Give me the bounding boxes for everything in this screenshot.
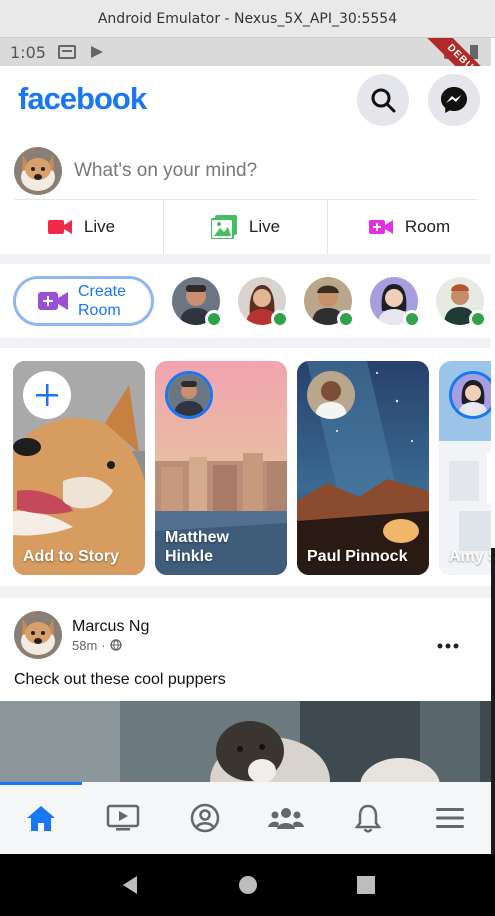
post-more-button[interactable] (437, 632, 459, 655)
photo-button[interactable]: Live (163, 200, 327, 254)
play-store-icon (90, 46, 103, 58)
search-button[interactable] (357, 74, 409, 126)
home-icon (26, 806, 55, 831)
bottom-navigation (0, 782, 491, 854)
room-button[interactable]: Room (327, 200, 491, 254)
emulator-title-bar: Android Emulator - Nexus_5X_API_30:5554 (0, 0, 495, 38)
screen-edge (491, 38, 495, 548)
video-plus-icon (368, 220, 393, 234)
online-indicator (403, 310, 421, 328)
messenger-icon (441, 87, 467, 113)
add-story-button[interactable] (23, 371, 71, 419)
story-name: Paul Pinnock (307, 548, 408, 565)
composer-actions: Live Live Room (0, 200, 491, 254)
sim-icon (57, 45, 76, 59)
story-name: Matthew Hinkle (165, 529, 229, 565)
video-plus-icon (38, 292, 68, 310)
online-contact[interactable] (238, 277, 289, 328)
stories-row: Add to Story Matthew Hinkle Paul Pinnock … (0, 348, 491, 586)
more-icon (437, 643, 459, 649)
story-author-avatar (165, 371, 213, 419)
status-time: 1:05 (10, 42, 46, 62)
photo-label: Live (248, 217, 281, 236)
post-author-avatar[interactable] (14, 611, 62, 659)
post-text: Check out these cool puppers (14, 671, 226, 688)
status-bar: 1:05 DEBUG (0, 38, 491, 103)
story-author-avatar (307, 371, 355, 419)
story-author-avatar (449, 371, 491, 419)
phone-screen: 1:05 DEBUG facebook What's on your mind?… (0, 38, 491, 854)
story-name: Add to Story (23, 548, 119, 565)
post-author-name[interactable]: Marcus Ng (72, 618, 149, 636)
messenger-button[interactable] (428, 74, 480, 126)
video-icon (47, 220, 72, 234)
online-contact[interactable] (172, 277, 223, 328)
story-card-add[interactable]: Add to Story (13, 361, 145, 575)
online-indicator (271, 310, 289, 328)
composer-row[interactable]: What's on your mind? (14, 142, 477, 200)
tab-profile[interactable] (164, 782, 246, 854)
online-contact[interactable] (370, 277, 421, 328)
online-contact[interactable] (304, 277, 355, 328)
search-icon (371, 88, 396, 113)
facebook-logo: facebook (18, 81, 147, 116)
notifications-icon (355, 804, 382, 833)
post-composer: What's on your mind? (0, 132, 491, 200)
window-title: Android Emulator - Nexus_5X_API_30:5554 (97, 10, 398, 27)
photo-icon (210, 215, 237, 239)
composer-placeholder[interactable]: What's on your mind? (74, 160, 257, 182)
tab-watch[interactable] (82, 782, 164, 854)
tab-menu[interactable] (409, 782, 491, 854)
plus-icon (36, 384, 58, 406)
story-card[interactable]: Matthew Hinkle (155, 361, 287, 575)
back-icon[interactable] (119, 874, 141, 896)
groups-icon (268, 808, 305, 829)
story-card[interactable]: Paul Pinnock (297, 361, 429, 575)
story-name: Amy S (449, 548, 491, 565)
online-indicator (205, 310, 223, 328)
post-author-block: Marcus Ng 58m · (72, 618, 149, 653)
watch-icon (106, 804, 139, 831)
room-label: Room (404, 217, 451, 236)
live-button[interactable]: Live (0, 200, 163, 254)
post-meta: 58m · (72, 638, 149, 653)
story-card[interactable]: Amy S (439, 361, 491, 575)
online-indicator (337, 310, 355, 328)
tab-groups[interactable] (245, 782, 327, 854)
post-header: Marcus Ng 58m · (0, 598, 491, 659)
live-label: Live (83, 217, 116, 236)
online-indicator (469, 310, 487, 328)
rooms-bar: Create Room (0, 264, 491, 338)
create-room-label: Create Room (78, 283, 127, 319)
user-avatar (14, 146, 62, 195)
create-room-button[interactable]: Create Room (13, 276, 154, 326)
app-bar: facebook (0, 66, 491, 132)
online-contact[interactable] (436, 277, 487, 328)
profile-icon (190, 803, 219, 833)
recents-icon[interactable] (356, 875, 376, 895)
android-navigation-bar (0, 854, 495, 916)
home-button-icon[interactable] (238, 875, 258, 895)
tab-notifications[interactable] (327, 782, 409, 854)
menu-icon (436, 808, 465, 828)
tab-home[interactable] (0, 782, 82, 854)
globe-icon (109, 639, 122, 651)
post-time: 58m (72, 637, 98, 653)
